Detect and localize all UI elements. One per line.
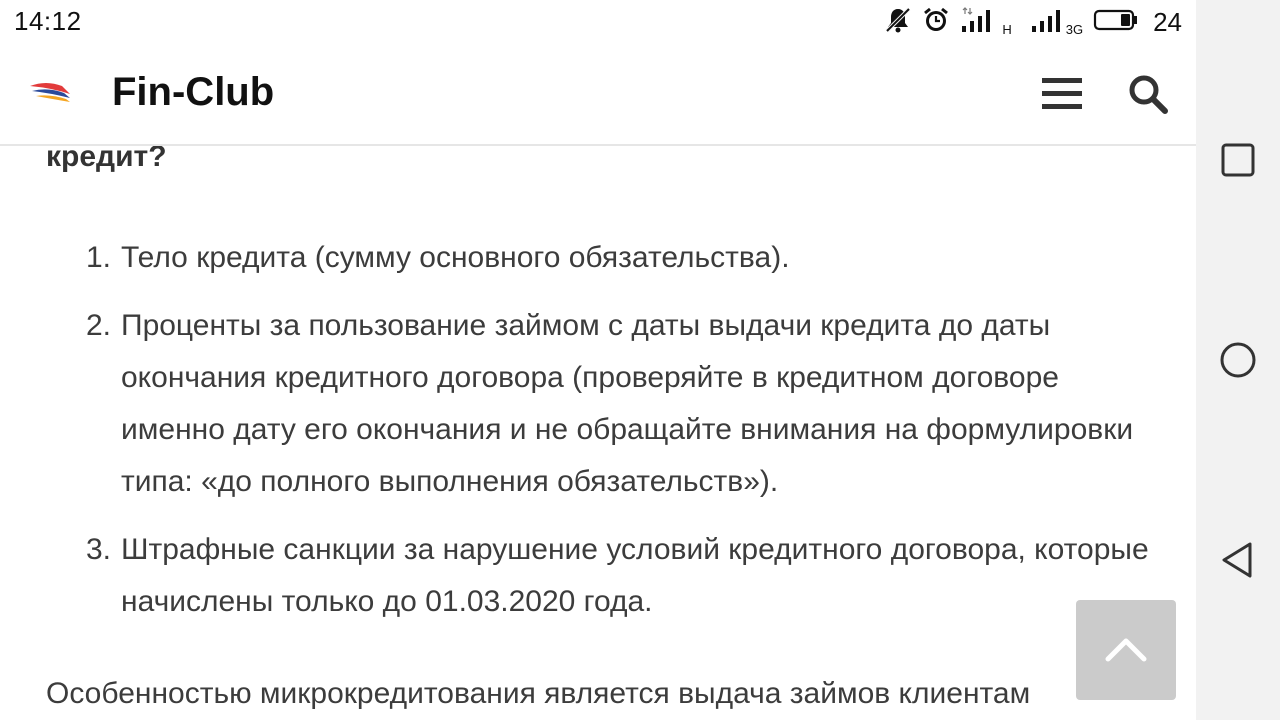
- search-icon[interactable]: [1126, 72, 1170, 116]
- list-item: 1. Тело кредита (сумму основного обязате…: [0, 232, 1161, 284]
- battery-level: 24: [1153, 6, 1182, 37]
- status-time: 14:12: [14, 6, 82, 36]
- site-header: Fin-Club: [0, 44, 1196, 146]
- site-title[interactable]: Fin-Club: [112, 70, 274, 115]
- list-item: 2. Проценты за пользование займом с даты…: [0, 300, 1161, 508]
- status-icons: H 3G 24: [884, 6, 1182, 38]
- article-content: кредит? 1. Тело кредита (сумму основного…: [0, 146, 1196, 720]
- list-item-number: 1.: [86, 241, 112, 274]
- article-paragraph: Особенностью микрокредитования является …: [46, 677, 1031, 710]
- muted-bell-icon: [884, 6, 912, 39]
- signal-strength-icon: [960, 6, 1000, 39]
- network-type-label: 3G: [1065, 21, 1084, 37]
- list-item-text: Проценты за пользование займом с даты вы…: [121, 309, 1134, 498]
- status-bar: 14:12 H 3G 24: [0, 0, 1196, 44]
- list-item-text: Тело кредита (сумму основного обязательс…: [121, 241, 790, 274]
- fin-club-logo-icon[interactable]: [28, 78, 72, 113]
- article-heading: кредит?: [46, 146, 167, 173]
- list-item-text: Штрафные санкции за нарушение условий кр…: [121, 533, 1149, 618]
- square-recents-icon[interactable]: [1213, 135, 1263, 185]
- browser-viewport: 14:12 H 3G 24 Fin-Club кредит? 1. Тело к…: [0, 0, 1196, 720]
- circle-home-icon[interactable]: [1213, 335, 1263, 385]
- system-navigation-bar: [1196, 0, 1280, 720]
- hamburger-menu-icon[interactable]: [1040, 72, 1084, 116]
- battery-icon: [1093, 6, 1139, 39]
- numbered-list: 1. Тело кредита (сумму основного обязате…: [0, 232, 1196, 644]
- phone-screen: 14:12 H 3G 24 Fin-Club кредит? 1. Тело к…: [0, 0, 1280, 720]
- chevron-up-icon: [1104, 633, 1148, 668]
- network-type-label: H: [1002, 21, 1012, 37]
- signal-strength-icon: [1030, 6, 1064, 39]
- scroll-to-top-button[interactable]: [1076, 600, 1176, 700]
- list-item-number: 2.: [86, 309, 112, 342]
- alarm-clock-icon: [922, 6, 950, 39]
- list-item: 3. Штрафные санкции за нарушение условий…: [0, 524, 1161, 628]
- list-item-number: 3.: [86, 533, 112, 566]
- triangle-back-icon[interactable]: [1213, 535, 1263, 585]
